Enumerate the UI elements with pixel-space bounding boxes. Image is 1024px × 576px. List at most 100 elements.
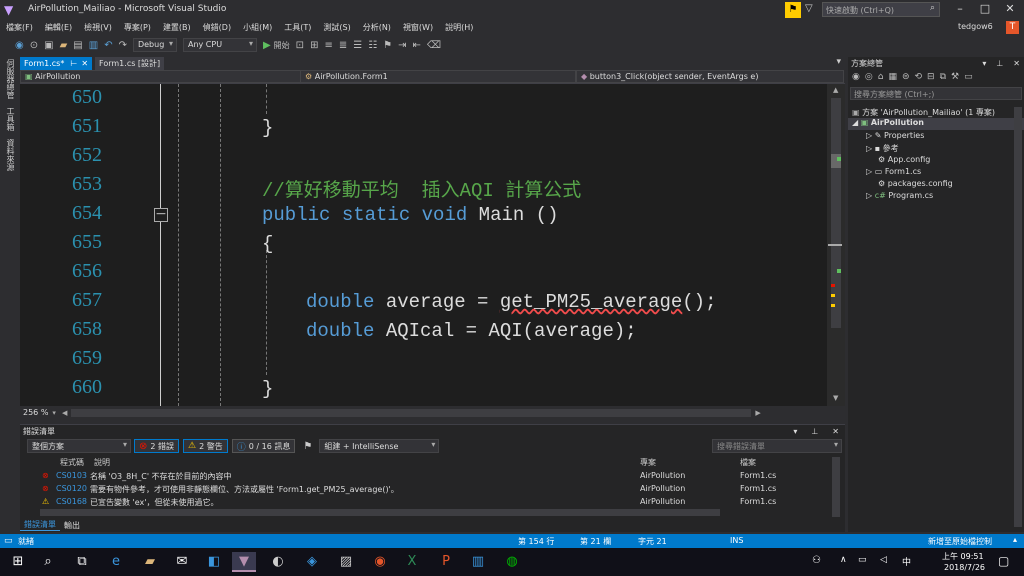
- column-file[interactable]: 檔案: [740, 457, 756, 468]
- collapse-all-icon[interactable]: ⊟: [927, 72, 935, 82]
- error-code[interactable]: CS0120: [56, 484, 87, 493]
- source-control-arrow-icon[interactable]: ▴: [1013, 535, 1017, 544]
- navigate-forward-icon[interactable]: ⊙: [30, 40, 38, 51]
- tab-form1-cs[interactable]: Form1.cs* ⊢ ✕: [20, 57, 93, 70]
- member-select[interactable]: ◆ button3_Click(object sender, EventArgs…: [576, 70, 844, 83]
- error-list-vscrollbar[interactable]: [832, 457, 840, 517]
- solution-scrollbar[interactable]: [1014, 107, 1022, 527]
- menu-view[interactable]: 檢視(V): [84, 22, 112, 33]
- mail-icon[interactable]: ✉: [170, 552, 194, 572]
- column-project[interactable]: 專案: [640, 457, 656, 468]
- forward-icon[interactable]: ◎: [865, 72, 873, 82]
- server-explorer-tab[interactable]: 伺服器總管: [5, 59, 16, 99]
- table-row[interactable]: ⊗ CS0120 需要有物件參考，才可使用非靜態欄位、方法或屬性 'Form1.…: [40, 484, 830, 496]
- clock-date[interactable]: 2018/7/26: [944, 563, 985, 572]
- expand-arrow-icon[interactable]: ▷: [866, 167, 875, 176]
- tree-item-properties[interactable]: ▷ ✎ Properties: [866, 131, 924, 140]
- menu-tools[interactable]: 工具(T): [284, 22, 311, 33]
- collapse-arrow-icon[interactable]: ◢: [852, 118, 861, 127]
- quick-launch-input[interactable]: 快速啟動 (Ctrl+Q): [822, 2, 940, 17]
- tree-item-packages-config[interactable]: ⚙ packages.config: [878, 179, 953, 188]
- chrome-icon[interactable]: ◉: [368, 552, 392, 572]
- error-search-input[interactable]: 搜尋錯誤清單: [712, 439, 842, 453]
- panel-dropdown-icon[interactable]: ▾: [793, 427, 797, 436]
- open-file-icon[interactable]: ▰: [60, 40, 68, 51]
- clear-filter-icon[interactable]: ⚑: [303, 441, 312, 452]
- start-button[interactable]: 開始: [274, 40, 290, 51]
- save-icon[interactable]: ▤: [73, 40, 82, 51]
- editor-scrollbar[interactable]: ▲ ▼: [827, 84, 845, 406]
- build-filter-select[interactable]: 組建 + IntelliSense: [319, 439, 440, 453]
- align-left-icon[interactable]: ≡: [324, 40, 332, 51]
- back-icon[interactable]: ◉: [852, 72, 860, 82]
- zoom-dropdown-icon[interactable]: ▾: [52, 409, 56, 417]
- store-icon[interactable]: ◧: [202, 552, 226, 572]
- search-icon[interactable]: ⌕: [36, 552, 60, 572]
- menu-analyze[interactable]: 分析(N): [363, 22, 391, 33]
- zoom-level[interactable]: 256 %: [23, 408, 48, 417]
- horizontal-scrollbar[interactable]: [71, 408, 752, 417]
- sync-icon[interactable]: ⟲: [915, 72, 923, 82]
- prev-bookmark-icon[interactable]: ⇤: [413, 40, 421, 51]
- file-explorer-icon[interactable]: ▰: [138, 552, 162, 572]
- add-to-source-control[interactable]: 新增至原始檔控制: [928, 536, 992, 547]
- warnings-filter-button[interactable]: ⚠ 2 警告: [183, 439, 228, 453]
- tab-form1-designer[interactable]: Form1.cs [設計]: [95, 57, 165, 70]
- expand-arrow-icon[interactable]: ▷: [866, 131, 875, 140]
- menu-file[interactable]: 檔案(F): [6, 22, 33, 33]
- error-list-hscrollbar[interactable]: [40, 509, 720, 516]
- warning-code[interactable]: CS0168: [56, 497, 87, 506]
- pin-icon[interactable]: ⊢: [70, 59, 77, 68]
- start-menu-icon[interactable]: ⊞: [6, 552, 30, 572]
- show-all-icon[interactable]: ⧉: [940, 72, 946, 82]
- align-right-icon[interactable]: ≣: [339, 40, 347, 51]
- redo-icon[interactable]: ↷: [119, 40, 127, 51]
- excel-icon[interactable]: X: [400, 552, 424, 572]
- people-icon[interactable]: ⚇: [812, 555, 821, 566]
- scroll-up-icon[interactable]: ▲: [833, 86, 838, 94]
- scroll-left-icon[interactable]: ◀: [62, 409, 67, 417]
- notification-flag-icon[interactable]: ⚑: [785, 2, 801, 18]
- comment-icon[interactable]: ☰: [353, 40, 362, 51]
- task-view-icon[interactable]: ⧉: [70, 552, 94, 572]
- tree-item-program[interactable]: ▷ c# Program.cs: [866, 191, 933, 200]
- tray-arrow-icon[interactable]: ∧: [840, 555, 847, 565]
- next-bookmark-icon[interactable]: ⇥: [398, 40, 406, 51]
- new-project-icon[interactable]: ▣: [44, 40, 53, 51]
- menu-help[interactable]: 說明(H): [445, 22, 473, 33]
- notifications-icon[interactable]: ▢: [998, 554, 1009, 568]
- data-sources-tab[interactable]: 資料來源: [5, 139, 16, 171]
- menu-build[interactable]: 建置(B): [163, 22, 191, 33]
- menu-team[interactable]: 小組(M): [243, 22, 272, 33]
- solution-search-input[interactable]: 搜尋方案總管 (Ctrl+;): [850, 87, 1022, 100]
- panel-pin-icon[interactable]: ⊥: [811, 427, 818, 436]
- menu-project[interactable]: 專案(P): [124, 22, 151, 33]
- minimize-icon[interactable]: –: [950, 2, 970, 15]
- tree-item-form1[interactable]: ▷ ▭ Form1.cs: [866, 167, 921, 176]
- table-row[interactable]: ⚠ CS0168 已宣告變數 'ex'，但從未使用過它。 AirPollutio…: [40, 497, 830, 509]
- tab-error-list[interactable]: 錯誤清單: [20, 519, 60, 531]
- volume-icon[interactable]: ◁: [880, 555, 887, 565]
- network-icon[interactable]: ▭: [858, 555, 867, 565]
- class-select[interactable]: ⚙ AirPollution.Form1: [300, 70, 576, 83]
- table-row[interactable]: ⊗ CS0103 名稱 'O3_8H_C' 不存在於目前的內容中 AirPoll…: [40, 471, 830, 483]
- tree-item-app-config[interactable]: ⚙ App.config: [878, 155, 930, 164]
- close-icon[interactable]: ✕: [1000, 2, 1020, 15]
- edge-icon[interactable]: e: [104, 552, 128, 572]
- panel-dropdown-icon[interactable]: ▾: [982, 59, 986, 68]
- app-icon[interactable]: ◈: [300, 552, 324, 572]
- panel-pin-icon[interactable]: ⊥: [996, 59, 1003, 68]
- undo-icon[interactable]: ↶: [104, 40, 112, 51]
- scope-select[interactable]: 整個方案: [27, 439, 131, 453]
- menu-window[interactable]: 視窗(W): [403, 22, 433, 33]
- column-description[interactable]: 說明: [94, 457, 110, 468]
- save-all-icon[interactable]: ▥: [89, 40, 98, 51]
- app-icon[interactable]: ▨: [334, 552, 358, 572]
- tab-output[interactable]: 輸出: [60, 520, 84, 531]
- pending-changes-icon[interactable]: ⊜: [902, 72, 910, 82]
- platform-select[interactable]: Any CPU: [182, 38, 257, 52]
- config-select[interactable]: Debug: [132, 38, 177, 52]
- column-code[interactable]: 程式碼: [60, 457, 84, 468]
- expand-arrow-icon[interactable]: ▷: [866, 191, 875, 200]
- uncomment-icon[interactable]: ☷: [368, 40, 377, 51]
